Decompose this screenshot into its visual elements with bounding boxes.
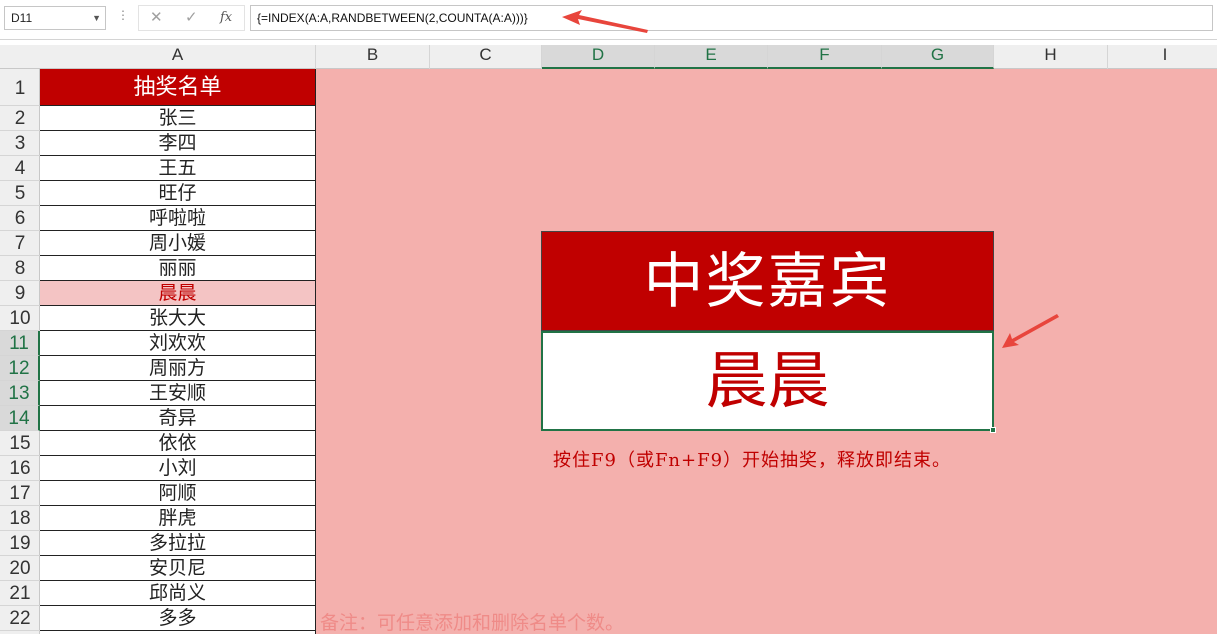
column-header-b[interactable]: B [316, 45, 430, 69]
row-header-19[interactable]: 19 [0, 531, 40, 556]
name-cell[interactable]: 旺仔 [40, 181, 315, 206]
name-box-value: D11 [11, 11, 33, 25]
name-cell[interactable]: 张三 [40, 106, 315, 131]
name-cell[interactable]: 李四 [40, 131, 315, 156]
name-box[interactable]: D11 ▼ [4, 6, 106, 30]
hint-text: 按住F9（或Fn+F9）开始抽奖，释放即结束。 [553, 450, 952, 471]
name-cell[interactable]: 多拉拉 [40, 531, 315, 556]
fx-icon[interactable]: fx [220, 10, 232, 25]
column-header-h[interactable]: H [994, 45, 1108, 69]
name-cell[interactable]: 晨晨 [40, 281, 315, 306]
column-header-c[interactable]: C [430, 45, 542, 69]
row-header-column: 1 2 3 4 5 6 7 8 9 10 11 12 13 14 15 16 17 18 19 20 21 22 [0, 69, 40, 634]
name-cell[interactable]: 小刘 [40, 456, 315, 481]
row-header-2[interactable]: 2 [0, 106, 40, 131]
column-header-row: ABCDEFGHI [0, 45, 1217, 69]
row-header-1[interactable]: 1 [0, 69, 40, 106]
row-header-3[interactable]: 3 [0, 131, 40, 156]
row-header-7[interactable]: 7 [0, 231, 40, 256]
row-header-5[interactable]: 5 [0, 181, 40, 206]
cancel-icon[interactable]: ✕ [150, 8, 163, 26]
name-cell[interactable]: 周小媛 [40, 231, 315, 256]
name-cell[interactable]: 奇异 [40, 406, 315, 431]
column-header-e[interactable]: E [655, 45, 768, 69]
name-cell[interactable]: 胖虎 [40, 506, 315, 531]
name-cell[interactable]: 王五 [40, 156, 315, 181]
fill-handle[interactable] [990, 427, 996, 433]
row-header-15[interactable]: 15 [0, 431, 40, 456]
row-header-11[interactable]: 11 [0, 331, 40, 356]
name-cell[interactable]: 周丽方 [40, 356, 315, 381]
note-text: 备注：可任意添加和删除名单个数。 [320, 612, 625, 634]
name-cell[interactable]: 呼啦啦 [40, 206, 315, 231]
row-header-20[interactable]: 20 [0, 556, 40, 581]
row-header-21[interactable]: 21 [0, 581, 40, 606]
column-header-a[interactable]: A [40, 45, 316, 69]
row-header-12[interactable]: 12 [0, 356, 40, 381]
name-cell[interactable]: 多多 [40, 606, 315, 631]
row-header-4[interactable]: 4 [0, 156, 40, 181]
name-cell[interactable]: 王安顺 [40, 381, 315, 406]
row-header-18[interactable]: 18 [0, 506, 40, 531]
row-header-8[interactable]: 8 [0, 256, 40, 281]
check-icon[interactable]: ✓ [185, 8, 198, 26]
row-header-17[interactable]: 17 [0, 481, 40, 506]
name-cell[interactable]: 邱尚义 [40, 581, 315, 606]
red-arrow-icon [562, 10, 648, 33]
row-header-9[interactable]: 9 [0, 281, 40, 306]
row-header-22[interactable]: 22 [0, 606, 40, 631]
name-list-column: 抽奖名单 张三 李四 王五 旺仔 呼啦啦 周小媛 丽丽 晨晨 张大大 刘欢欢 周丽方 王安顺 奇异 依依 小刘… [40, 69, 316, 634]
name-cell[interactable]: 依依 [40, 431, 315, 456]
column-header-i[interactable]: I [1108, 45, 1217, 69]
name-cell[interactable]: 张大大 [40, 306, 315, 331]
winner-cell[interactable]: 晨晨 [541, 331, 994, 431]
column-header-g[interactable]: G [882, 45, 994, 69]
row-header-10[interactable]: 10 [0, 306, 40, 331]
name-cell[interactable]: 刘欢欢 [40, 331, 315, 356]
row-header-13[interactable]: 13 [0, 381, 40, 406]
name-cell[interactable]: 安贝尼 [40, 556, 315, 581]
prize-display: 中奖嘉宾 晨晨 [541, 231, 994, 431]
row-header-6[interactable]: 6 [0, 206, 40, 231]
column-header-f[interactable]: F [768, 45, 882, 69]
row-header-16[interactable]: 16 [0, 456, 40, 481]
red-arrow-icon [1002, 314, 1059, 348]
column-header-d[interactable]: D [542, 45, 655, 69]
formula-bar-grip-icon: ⋮ [117, 8, 129, 22]
row-header-14[interactable]: 14 [0, 406, 40, 431]
prize-title[interactable]: 中奖嘉宾 [541, 231, 994, 331]
formula-input[interactable]: {=INDEX(A:A,RANDBETWEEN(2,COUNTA(A:A)))} [250, 5, 1213, 31]
list-header-cell[interactable]: 抽奖名单 [40, 69, 315, 106]
name-cell[interactable]: 丽丽 [40, 256, 315, 281]
formula-buttons: ✕ ✓ fx [138, 5, 245, 31]
name-cell[interactable]: 阿顺 [40, 481, 315, 506]
chevron-down-icon[interactable]: ▼ [92, 7, 101, 29]
